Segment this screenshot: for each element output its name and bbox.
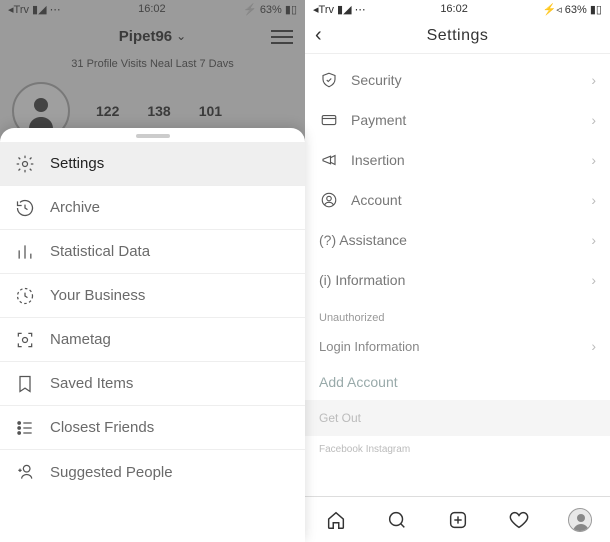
chevron-right-icon: ›	[591, 338, 596, 354]
settings-label: (i) Information	[319, 272, 405, 288]
settings-information[interactable]: (i) Information ›	[305, 260, 610, 300]
status-battery: ⚡◃ 63% ▮▯	[543, 3, 602, 16]
add-account[interactable]: Add Account	[305, 364, 610, 400]
megaphone-icon	[319, 150, 339, 170]
menu-nametag[interactable]: Nametag	[0, 318, 305, 362]
tab-profile[interactable]	[567, 507, 593, 533]
menu-suggested-people[interactable]: Suggested People	[0, 450, 305, 494]
tab-activity[interactable]	[506, 507, 532, 533]
settings-security[interactable]: Security ›	[305, 60, 610, 100]
bookmark-icon	[14, 373, 36, 395]
page-title: Settings	[427, 27, 489, 45]
menu-label: Statistical Data	[50, 243, 150, 260]
menu-settings[interactable]: Settings	[0, 142, 305, 186]
settings-label: Insertion	[351, 152, 405, 168]
settings-label: (?) Assistance	[319, 232, 407, 248]
settings-account[interactable]: Account ›	[305, 180, 610, 220]
menu-statistics[interactable]: Statistical Data	[0, 230, 305, 274]
footer-text: Facebook Instagram	[305, 436, 610, 463]
tab-search[interactable]	[384, 507, 410, 533]
chevron-right-icon: ›	[591, 272, 596, 288]
list-icon	[14, 417, 36, 439]
settings-label: Account	[351, 192, 402, 208]
clock-icon	[14, 285, 36, 307]
menu-label: Archive	[50, 199, 100, 216]
menu-label: Saved Items	[50, 375, 133, 392]
left-phone: ◂Trv ▮◢ ⋯ 16:02 ⚡ 63% ▮▯ Pipet96 ⌄ 31 Pr…	[0, 0, 305, 542]
login-information[interactable]: Login Information ›	[305, 328, 610, 364]
settings-payment[interactable]: Payment ›	[305, 100, 610, 140]
add-person-icon	[14, 461, 36, 483]
menu-close-friends[interactable]: Closest Friends	[0, 406, 305, 450]
chevron-right-icon: ›	[591, 152, 596, 168]
chart-icon	[14, 241, 36, 263]
gear-icon	[14, 153, 36, 175]
settings-assistance[interactable]: (?) Assistance ›	[305, 220, 610, 260]
menu-saved[interactable]: Saved Items	[0, 362, 305, 406]
tab-home[interactable]	[323, 507, 349, 533]
chevron-right-icon: ›	[591, 192, 596, 208]
avatar-icon	[568, 508, 592, 532]
card-icon	[319, 110, 339, 130]
status-time: 16:02	[440, 3, 468, 15]
menu-archive[interactable]: Archive	[0, 186, 305, 230]
menu-label: Nametag	[50, 331, 111, 348]
person-icon	[319, 190, 339, 210]
settings-label: Payment	[351, 112, 406, 128]
settings-header: ‹ Settings	[305, 18, 610, 54]
chevron-right-icon: ›	[591, 72, 596, 88]
logout[interactable]: Get Out	[305, 400, 610, 436]
settings-label: Security	[351, 72, 402, 88]
right-phone: ◂Trv ▮◢ ⋯ 16:02 ⚡◃ 63% ▮▯ ‹ Settings Sec…	[305, 0, 610, 542]
chevron-right-icon: ›	[591, 232, 596, 248]
menu-label: Settings	[50, 155, 104, 172]
tab-bar	[305, 496, 610, 542]
settings-list: Security › Payment › Insertion › Account…	[305, 54, 610, 463]
login-info-label: Login Information	[319, 339, 419, 354]
menu-sheet: Settings Archive Statistical Data Your B…	[0, 128, 305, 542]
back-icon[interactable]: ‹	[315, 24, 322, 47]
status-bar: ◂Trv ▮◢ ⋯ 16:02 ⚡◃ 63% ▮▯	[305, 0, 610, 18]
scan-icon	[14, 329, 36, 351]
tab-add[interactable]	[445, 507, 471, 533]
status-carrier: ◂Trv ▮◢ ⋯	[313, 3, 366, 16]
settings-insertion[interactable]: Insertion ›	[305, 140, 610, 180]
menu-business[interactable]: Your Business	[0, 274, 305, 318]
history-icon	[14, 197, 36, 219]
sheet-handle[interactable]	[136, 134, 170, 138]
menu-label: Closest Friends	[50, 419, 154, 436]
chevron-right-icon: ›	[591, 112, 596, 128]
section-unauthorized: Unauthorized	[305, 300, 610, 328]
menu-label: Suggested People	[50, 464, 173, 481]
menu-label: Your Business	[50, 287, 145, 304]
shield-icon	[319, 70, 339, 90]
